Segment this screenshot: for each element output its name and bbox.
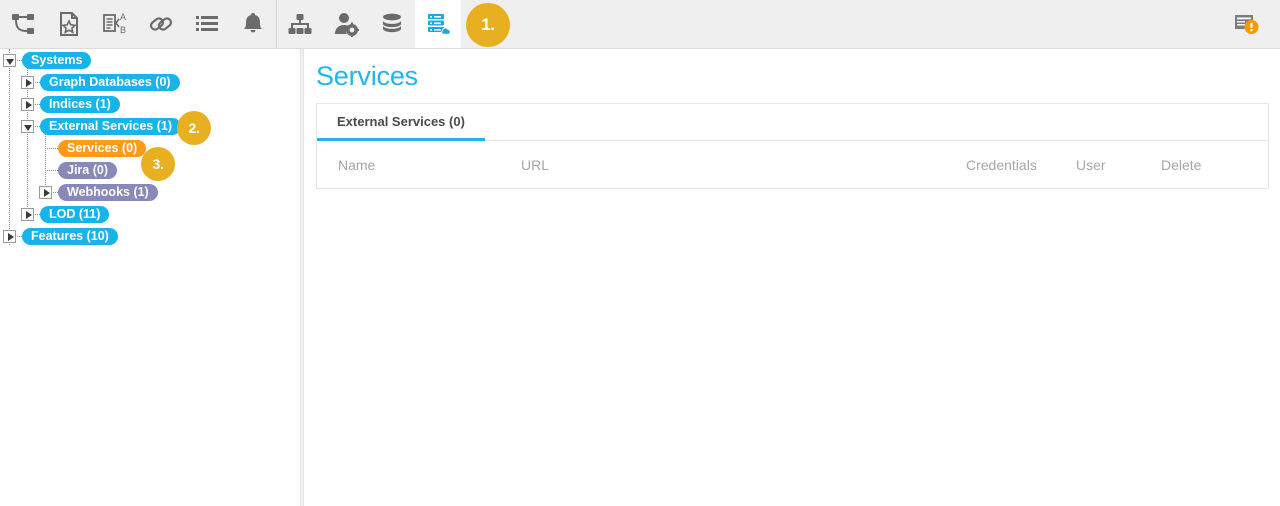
column-header-credentials: Credentials (966, 156, 1037, 173)
server-cloud-icon (425, 11, 451, 37)
org-hierarchy-icon (287, 11, 313, 37)
tree-branch-line (45, 148, 58, 149)
column-header-user: User (1076, 156, 1106, 173)
log-warning-icon (1233, 11, 1261, 37)
link-chain-icon (148, 11, 174, 37)
document-translate-icon: A B (102, 11, 128, 37)
main-toolbar: A B (0, 0, 1280, 49)
server-cloud-icon-button[interactable] (415, 0, 461, 48)
annotation-badge-2: 2. (177, 111, 211, 145)
database-icon (379, 11, 405, 37)
systems-tree-sidebar: Systems Graph Databases (0) Indices (1) … (0, 49, 300, 506)
user-settings-icon (333, 11, 359, 37)
tree-connector-root (9, 49, 10, 245)
tab-external-services[interactable]: External Services (0) (317, 104, 485, 141)
network-nodes-icon (10, 11, 36, 37)
toolbar-group-general: A B (0, 0, 276, 48)
org-hierarchy-icon-button[interactable] (277, 0, 323, 48)
log-warning-icon-button[interactable] (1224, 0, 1270, 48)
link-chain-icon-button[interactable] (138, 0, 184, 48)
panel-tabs: External Services (0) (317, 104, 1268, 141)
bell-icon (240, 11, 266, 37)
document-translate-icon-button[interactable]: A B (92, 0, 138, 48)
svg-text:B: B (120, 25, 126, 35)
tree-toggle-indices[interactable] (21, 98, 34, 111)
tree-connector-level2 (45, 127, 46, 195)
toolbar-group-admin (277, 0, 461, 48)
main-content: Services External Services (0) Name URL … (305, 49, 1280, 506)
tree-toggle-systems[interactable] (3, 54, 16, 67)
column-header-url: URL (521, 156, 550, 173)
column-header-name: Name (338, 156, 376, 173)
page-title: Services (316, 61, 418, 91)
list-icon (194, 11, 220, 37)
tree-toggle-webhooks[interactable] (39, 186, 52, 199)
bell-icon-button[interactable] (230, 0, 276, 48)
document-star-icon-button[interactable] (46, 0, 92, 48)
tree-item-jira[interactable]: Jira (0) (58, 162, 117, 179)
tree-toggle-lod[interactable] (21, 208, 34, 221)
document-star-icon (56, 11, 82, 37)
tree-toggle-graph-databases[interactable] (21, 76, 34, 89)
database-icon-button[interactable] (369, 0, 415, 48)
tree-connector-level1 (27, 67, 28, 219)
tree-item-external-services[interactable]: External Services (1) (40, 118, 181, 135)
tree-toggle-features[interactable] (3, 230, 16, 243)
tree-item-lod[interactable]: LOD (11) (40, 206, 110, 223)
user-settings-icon-button[interactable] (323, 0, 369, 48)
tree-toggle-external-services[interactable] (21, 120, 34, 133)
sidebar-resize-divider[interactable] (300, 49, 304, 506)
network-nodes-icon-button[interactable] (0, 0, 46, 48)
tree-item-indices[interactable]: Indices (1) (40, 96, 120, 113)
tree-item-systems[interactable]: Systems (22, 52, 92, 69)
column-header-delete: Delete (1161, 156, 1202, 173)
svg-text:A: A (120, 12, 126, 22)
tree-item-services[interactable]: Services (0) (58, 140, 147, 157)
list-icon-button[interactable] (184, 0, 230, 48)
annotation-badge-1: 1. (466, 3, 510, 47)
tree-item-webhooks[interactable]: Webhooks (1) (58, 184, 158, 201)
annotation-badge-3: 3. (141, 147, 175, 181)
tree-branch-line (45, 170, 58, 171)
services-table-header: Name URL Credentials User Delete (317, 141, 1268, 188)
tree-item-graph-databases[interactable]: Graph Databases (0) (40, 74, 180, 91)
tree-item-features[interactable]: Features (10) (22, 228, 118, 245)
external-services-panel: External Services (0) Name URL Credentia… (316, 103, 1269, 189)
